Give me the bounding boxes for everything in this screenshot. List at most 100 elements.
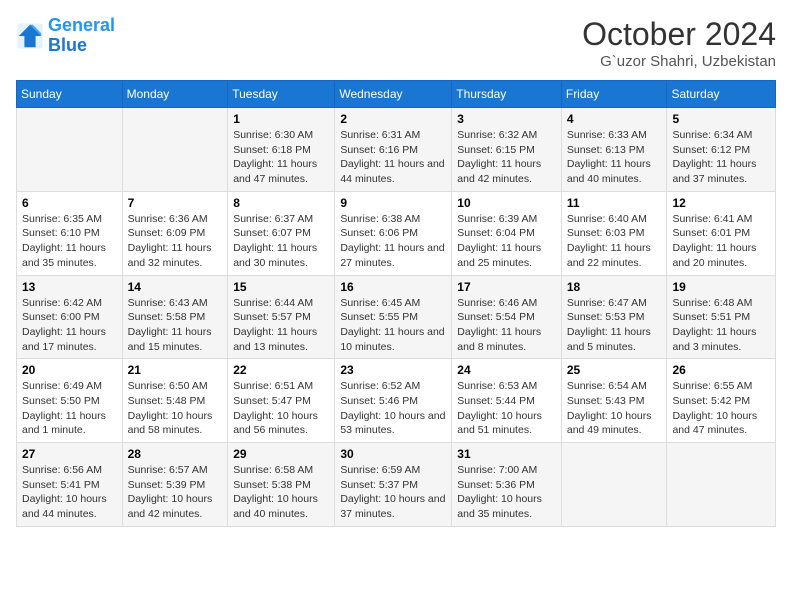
day-content: Sunrise: 6:56 AM Sunset: 5:41 PM Dayligh… (22, 463, 117, 522)
weekday-header-thursday: Thursday (452, 81, 562, 108)
calendar-cell: 20 Sunrise: 6:49 AM Sunset: 5:50 PM Dayli… (17, 359, 123, 443)
day-number: 17 (457, 280, 556, 294)
calendar-cell (561, 443, 667, 527)
calendar-cell: 8 Sunrise: 6:37 AM Sunset: 6:07 PM Daylig… (228, 191, 335, 275)
calendar-week-0: 1 Sunrise: 6:30 AM Sunset: 6:18 PM Daylig… (17, 108, 776, 192)
calendar-week-4: 27 Sunrise: 6:56 AM Sunset: 5:41 PM Dayli… (17, 443, 776, 527)
day-number: 20 (22, 363, 117, 377)
day-content: Sunrise: 6:45 AM Sunset: 5:55 PM Dayligh… (340, 296, 446, 355)
weekday-header-row: SundayMondayTuesdayWednesdayThursdayFrid… (17, 81, 776, 108)
weekday-header-sunday: Sunday (17, 81, 123, 108)
day-number: 4 (567, 112, 662, 126)
calendar-cell: 25 Sunrise: 6:54 AM Sunset: 5:43 PM Dayli… (561, 359, 667, 443)
calendar-cell: 27 Sunrise: 6:56 AM Sunset: 5:41 PM Dayli… (17, 443, 123, 527)
day-number: 14 (128, 280, 223, 294)
day-content: Sunrise: 6:49 AM Sunset: 5:50 PM Dayligh… (22, 379, 117, 438)
day-content: Sunrise: 6:57 AM Sunset: 5:39 PM Dayligh… (128, 463, 223, 522)
calendar-week-2: 13 Sunrise: 6:42 AM Sunset: 6:00 PM Dayli… (17, 275, 776, 359)
weekday-header-saturday: Saturday (667, 81, 776, 108)
calendar-cell: 2 Sunrise: 6:31 AM Sunset: 6:16 PM Daylig… (335, 108, 452, 192)
day-content: Sunrise: 6:46 AM Sunset: 5:54 PM Dayligh… (457, 296, 556, 355)
title-area: October 2024 G`uzor Shahri, Uzbekistan (582, 16, 776, 70)
day-content: Sunrise: 6:42 AM Sunset: 6:00 PM Dayligh… (22, 296, 117, 355)
calendar-cell: 22Sunrise: 6:51 AM Sunset: 5:47 PM Dayli… (228, 359, 335, 443)
calendar-table: SundayMondayTuesdayWednesdayThursdayFrid… (16, 80, 776, 527)
calendar-cell: 21Sunrise: 6:50 AM Sunset: 5:48 PM Dayli… (122, 359, 228, 443)
calendar-cell (122, 108, 228, 192)
month-title: October 2024 (582, 16, 776, 53)
weekday-header-friday: Friday (561, 81, 667, 108)
day-number: 24 (457, 363, 556, 377)
day-number: 8 (233, 196, 329, 210)
day-content: Sunrise: 6:40 AM Sunset: 6:03 PM Dayligh… (567, 212, 662, 271)
calendar-cell: 14 Sunrise: 6:43 AM Sunset: 5:58 PM Dayli… (122, 275, 228, 359)
calendar-cell: 18 Sunrise: 6:47 AM Sunset: 5:53 PM Dayli… (561, 275, 667, 359)
day-content: Sunrise: 6:47 AM Sunset: 5:53 PM Dayligh… (567, 296, 662, 355)
day-number: 27 (22, 447, 117, 461)
location-title: G`uzor Shahri, Uzbekistan (582, 53, 776, 70)
day-number: 13 (22, 280, 117, 294)
day-content: Sunrise: 6:43 AM Sunset: 5:58 PM Dayligh… (128, 296, 223, 355)
logo: General Blue (16, 16, 115, 56)
calendar-week-3: 20 Sunrise: 6:49 AM Sunset: 5:50 PM Dayli… (17, 359, 776, 443)
calendar-cell: 13 Sunrise: 6:42 AM Sunset: 6:00 PM Dayli… (17, 275, 123, 359)
calendar-cell: 1 Sunrise: 6:30 AM Sunset: 6:18 PM Daylig… (228, 108, 335, 192)
day-number: 10 (457, 196, 556, 210)
weekday-header-monday: Monday (122, 81, 228, 108)
day-content: Sunrise: 7:00 AM Sunset: 5:36 PM Dayligh… (457, 463, 556, 522)
day-number: 3 (457, 112, 556, 126)
day-number: 7 (128, 196, 223, 210)
day-content: Sunrise: 6:36 AM Sunset: 6:09 PM Dayligh… (128, 212, 223, 271)
day-number: 11 (567, 196, 662, 210)
day-number: 19 (672, 280, 770, 294)
calendar-cell (667, 443, 776, 527)
calendar-cell: 9 Sunrise: 6:38 AM Sunset: 6:06 PM Daylig… (335, 191, 452, 275)
day-number: 18 (567, 280, 662, 294)
day-number: 1 (233, 112, 329, 126)
day-number: 5 (672, 112, 770, 126)
day-number: 2 (340, 112, 446, 126)
day-number: 15 (233, 280, 329, 294)
header: General Blue October 2024 G`uzor Shahri,… (16, 16, 776, 70)
day-content: Sunrise: 6:34 AM Sunset: 6:12 PM Dayligh… (672, 128, 770, 187)
day-number: 6 (22, 196, 117, 210)
calendar-cell: 31Sunrise: 7:00 AM Sunset: 5:36 PM Dayli… (452, 443, 562, 527)
logo-icon (16, 22, 44, 50)
day-number: 12 (672, 196, 770, 210)
calendar-cell: 26Sunrise: 6:55 AM Sunset: 5:42 PM Dayli… (667, 359, 776, 443)
calendar-cell: 10Sunrise: 6:39 AM Sunset: 6:04 PM Dayli… (452, 191, 562, 275)
calendar-cell: 15Sunrise: 6:44 AM Sunset: 5:57 PM Dayli… (228, 275, 335, 359)
calendar-cell: 28Sunrise: 6:57 AM Sunset: 5:39 PM Dayli… (122, 443, 228, 527)
day-content: Sunrise: 6:38 AM Sunset: 6:06 PM Dayligh… (340, 212, 446, 271)
day-content: Sunrise: 6:55 AM Sunset: 5:42 PM Dayligh… (672, 379, 770, 438)
day-number: 16 (340, 280, 446, 294)
day-number: 25 (567, 363, 662, 377)
day-content: Sunrise: 6:30 AM Sunset: 6:18 PM Dayligh… (233, 128, 329, 187)
calendar-cell: 23Sunrise: 6:52 AM Sunset: 5:46 PM Dayli… (335, 359, 452, 443)
day-content: Sunrise: 6:31 AM Sunset: 6:16 PM Dayligh… (340, 128, 446, 187)
day-content: Sunrise: 6:54 AM Sunset: 5:43 PM Dayligh… (567, 379, 662, 438)
calendar-cell: 7 Sunrise: 6:36 AM Sunset: 6:09 PM Daylig… (122, 191, 228, 275)
calendar-cell: 19 Sunrise: 6:48 AM Sunset: 5:51 PM Dayli… (667, 275, 776, 359)
day-content: Sunrise: 6:58 AM Sunset: 5:38 PM Dayligh… (233, 463, 329, 522)
day-content: Sunrise: 6:50 AM Sunset: 5:48 PM Dayligh… (128, 379, 223, 438)
day-content: Sunrise: 6:41 AM Sunset: 6:01 PM Dayligh… (672, 212, 770, 271)
day-content: Sunrise: 6:32 AM Sunset: 6:15 PM Dayligh… (457, 128, 556, 187)
day-number: 30 (340, 447, 446, 461)
weekday-header-wednesday: Wednesday (335, 81, 452, 108)
calendar-cell: 5 Sunrise: 6:34 AM Sunset: 6:12 PM Daylig… (667, 108, 776, 192)
logo-text: General Blue (48, 16, 115, 56)
day-content: Sunrise: 6:48 AM Sunset: 5:51 PM Dayligh… (672, 296, 770, 355)
day-content: Sunrise: 6:37 AM Sunset: 6:07 PM Dayligh… (233, 212, 329, 271)
day-content: Sunrise: 6:51 AM Sunset: 5:47 PM Dayligh… (233, 379, 329, 438)
calendar-cell: 17 Sunrise: 6:46 AM Sunset: 5:54 PM Dayli… (452, 275, 562, 359)
calendar-header: SundayMondayTuesdayWednesdayThursdayFrid… (17, 81, 776, 108)
day-number: 9 (340, 196, 446, 210)
day-content: Sunrise: 6:33 AM Sunset: 6:13 PM Dayligh… (567, 128, 662, 187)
calendar-cell: 11 Sunrise: 6:40 AM Sunset: 6:03 PM Dayli… (561, 191, 667, 275)
calendar-cell: 16 Sunrise: 6:45 AM Sunset: 5:55 PM Dayli… (335, 275, 452, 359)
logo-line2: Blue (48, 35, 87, 55)
weekday-header-tuesday: Tuesday (228, 81, 335, 108)
calendar-cell: 29Sunrise: 6:58 AM Sunset: 5:38 PM Dayli… (228, 443, 335, 527)
day-content: Sunrise: 6:53 AM Sunset: 5:44 PM Dayligh… (457, 379, 556, 438)
